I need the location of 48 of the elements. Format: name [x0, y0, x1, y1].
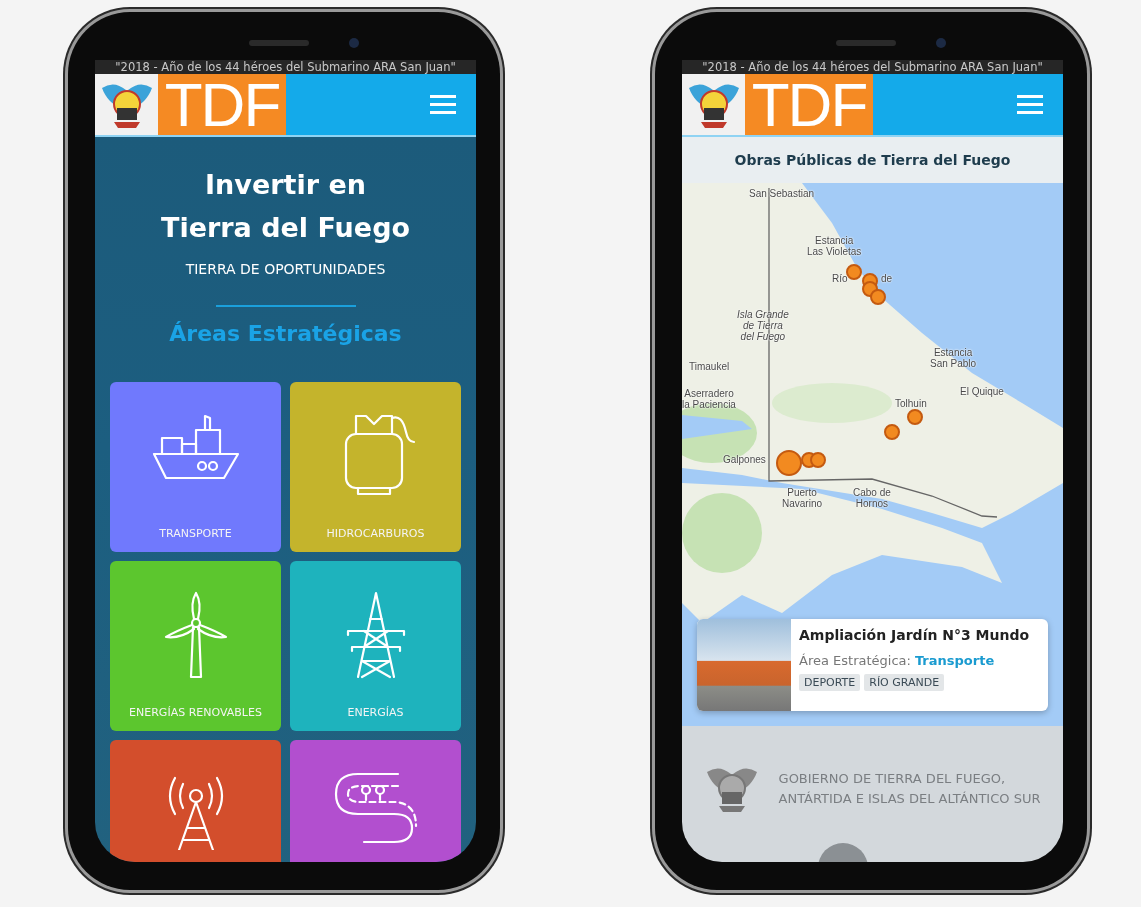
map-label: Galpones: [723, 454, 766, 465]
area-tile[interactable]: ENERGÍAS RENOVABLES: [110, 561, 281, 731]
area-tile[interactable]: TRANSPORTE: [110, 382, 281, 552]
map-view[interactable]: [682, 183, 1063, 726]
banner-text: "2018 - Año de los 44 héroes del Submarino ARA San Juan": [95, 60, 476, 74]
hero-title: Invertir en Tierra del Fuego: [160, 168, 410, 245]
map-label: Río: [832, 273, 848, 284]
map-marker-icon[interactable]: [870, 289, 886, 305]
map-label: Estancia Las Violetas: [807, 235, 862, 257]
logo-text: TDF: [158, 74, 286, 135]
area-label: Área Estratégica:: [799, 653, 911, 668]
map-marker-icon[interactable]: [810, 452, 826, 468]
map-label: Isla Grande de Tierra del Fuego: [737, 309, 789, 342]
road-icon: [333, 770, 418, 844]
map-label: San Sebastian: [749, 188, 815, 199]
project-card[interactable]: Ampliación Jardín N°3 Mundo Área Estratégica: Transporte DEPORTE RÍO GRANDE: [697, 619, 1048, 711]
tag-chip: RÍO GRANDE: [864, 674, 945, 691]
camera-icon: [936, 38, 946, 48]
logo-text: TDF: [745, 74, 873, 135]
area-tile[interactable]: HIDROCARBUROS: [290, 382, 461, 552]
section-title: Áreas Estratégicas: [169, 321, 402, 346]
map-label: Cabo de Hornos: [853, 487, 891, 509]
map-label: de: [881, 273, 893, 284]
hero-subtitle: TIERRA DE OPORTUNIDADES: [185, 261, 386, 277]
map-marker-icon[interactable]: [884, 424, 900, 440]
map-label: Tolhuin: [895, 398, 927, 409]
ship-icon: [151, 412, 240, 482]
wind-turbine-icon: [163, 591, 228, 681]
tag-chip: DEPORTE: [799, 674, 861, 691]
map-label: Puerto Navarino: [782, 487, 823, 509]
water-channel-drawing: [682, 415, 752, 439]
map-marker-icon[interactable]: [907, 409, 923, 425]
map-label: El Quique: [960, 386, 1004, 397]
camera-icon: [349, 38, 359, 48]
area-tile[interactable]: ENERGÍAS: [290, 561, 461, 731]
page-title: Obras Públicas de Tierra del Fuego: [734, 152, 1011, 168]
map-label: Estancia San Pablo: [930, 347, 977, 369]
speaker-icon: [836, 40, 896, 46]
banner-text: "2018 - Año de los 44 héroes del Submarino ARA San Juan": [682, 60, 1063, 74]
map-label: Aserradero la Paciencia: [682, 388, 736, 410]
project-title: Ampliación Jardín N°3 Mundo: [799, 627, 1030, 643]
footer-text: GOBIERNO DE TIERRA DEL FUEGO, ANTÁRTIDA E ISLAS DEL ALTÁNTICO SUR: [778, 770, 1041, 808]
area-tile[interactable]: [290, 740, 461, 862]
map-marker-icon[interactable]: [846, 264, 862, 280]
area-tile[interactable]: [110, 740, 281, 862]
area-link[interactable]: Transporte: [914, 653, 995, 668]
map-label: Timaukel: [689, 361, 730, 372]
speaker-icon: [249, 40, 309, 46]
